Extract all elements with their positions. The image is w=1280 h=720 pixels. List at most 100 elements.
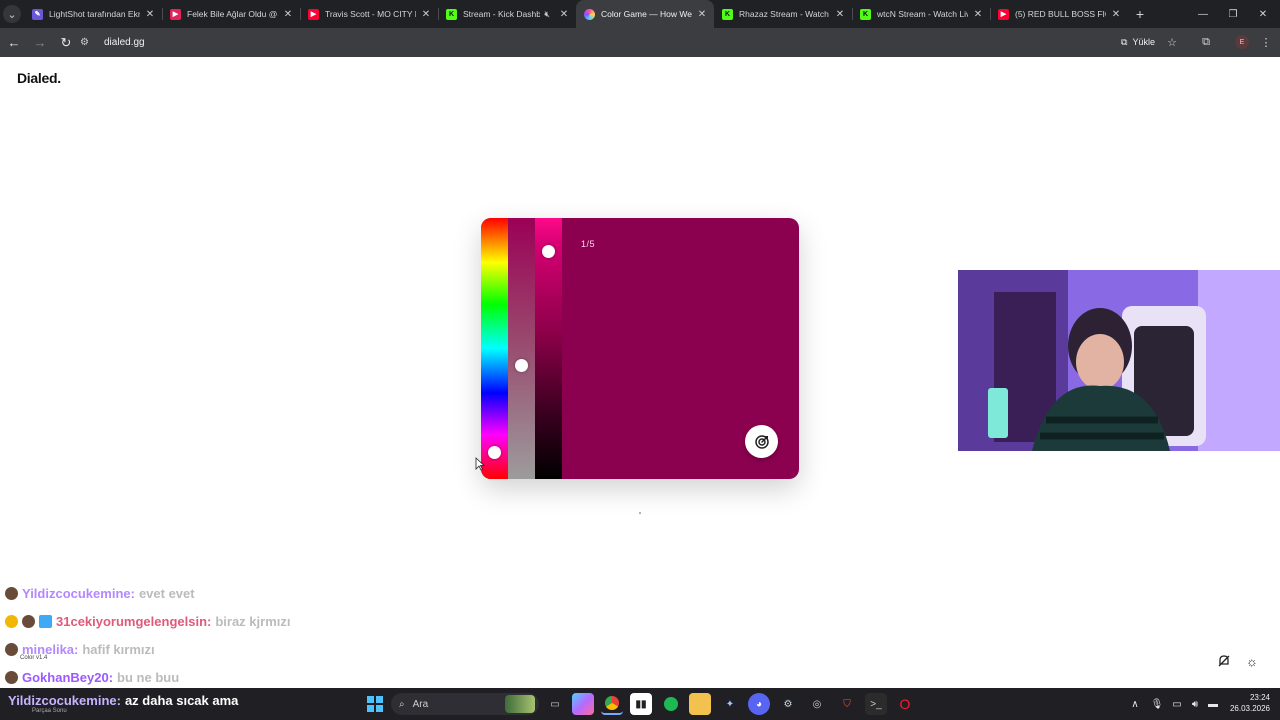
loading-dot [639,512,641,514]
install-app-button[interactable]: ⧉ Yükle [1113,32,1163,52]
volume-icon[interactable]: 🔊︎ [1188,688,1202,720]
avatar-badge-icon [22,614,35,628]
task-view-icon[interactable]: ▭ [544,693,566,715]
tab-title: Color Game — How Well [601,9,692,19]
streamer-webcam-image [958,270,1280,451]
menu-kebab-icon[interactable]: ⋮ [1256,32,1276,52]
saturation-slider[interactable] [508,218,535,479]
lightness-slider-handle[interactable] [542,245,555,258]
browser-tab[interactable]: ▶ Felek Bile Ağlar Oldu @Sı ✕ [162,0,300,28]
forward-icon[interactable]: → [28,31,52,55]
theme-sun-icon[interactable]: ☼ [1244,653,1260,669]
taskbar-clock[interactable]: 23:24 26.03.2026 [1224,692,1270,714]
minimize-icon[interactable]: — [1188,0,1218,28]
terminal-icon[interactable]: >_ [865,693,887,715]
tab-search-button[interactable]: ⌄ [0,0,24,28]
back-icon[interactable]: ← [2,31,26,55]
site-info-icon[interactable]: ⚙ [80,37,96,48]
bookmark-star-icon[interactable]: ☆ [1162,32,1182,52]
tray-overflow-icon[interactable]: ∧ [1128,688,1142,720]
tab-title: Rhazaz Stream - Watch Li [739,9,830,19]
window-close-icon[interactable]: ✕ [1248,0,1278,28]
tab-title: Stream - Kick Dashbo [463,9,541,19]
rank-badge-icon [5,614,18,628]
file-explorer-icon[interactable] [689,693,711,715]
close-icon[interactable]: ✕ [144,9,156,20]
url-text: dialed.gg [104,37,145,48]
chat-sub-label: Color v1.4 [20,655,48,661]
network-icon[interactable]: ▭ [1170,688,1184,720]
close-icon[interactable]: ✕ [834,9,846,20]
tab-title: Travis Scott - MO CITY FLI [325,9,416,19]
tab-title: Felek Bile Ağlar Oldu @Sı [187,9,278,19]
windows-start-icon[interactable] [364,693,386,715]
tab-title: LightShot tarafından Ekra [49,9,140,19]
saturation-slider-handle[interactable] [515,359,528,372]
tab-strip: ⌄ ✎ LightShot tarafından Ekra ✕ ▶ Felek … [0,0,1280,28]
steam-icon[interactable]: ⚙ [777,693,799,715]
brave-icon[interactable]: ⛉ [836,693,858,715]
browser-tab[interactable]: ▶ Travis Scott - MO CITY FLI ✕ [300,0,438,28]
opera-icon[interactable]: O [894,693,916,715]
now-playing-user: Yildizcocukemine: [8,693,121,708]
reload-icon[interactable]: ↻ [54,31,78,55]
close-icon[interactable]: ✕ [420,9,432,20]
round-counter: 1/5 [581,239,596,249]
tab-title: (5) RED BULL BOSS FIGHT [1015,9,1106,19]
now-playing-text: az daha sıcak ama [124,693,239,708]
now-playing-sub: Parçaa Sonu [32,708,67,714]
page-content: Dialed. 1/5 Yildizcocukemine: evet evet … [0,57,1280,688]
cube-badge-icon [39,614,52,628]
mouse-cursor-icon [475,457,485,471]
restore-icon[interactable]: ❐ [1218,0,1248,28]
new-tab-button[interactable]: + [1128,6,1152,22]
spotify-icon[interactable] [660,693,682,715]
notion-app-icon[interactable]: ▮▮ [630,693,652,715]
kick-favicon-icon: K [722,8,733,20]
lightness-slider[interactable] [535,218,562,479]
webcam-overlay [958,270,1280,451]
kick-favicon-icon: K [446,8,457,20]
close-icon[interactable]: ✕ [1110,9,1122,20]
avatar-badge-icon [5,642,18,656]
profile-avatar[interactable]: E [1232,32,1252,52]
address-bar[interactable]: ⚙ dialed.gg [80,31,1100,54]
site-logo[interactable]: Dialed. [17,70,61,86]
lightshot-favicon-icon: ✎ [32,8,43,20]
search-icon: ⌕ [399,698,405,710]
muted-speaker-icon[interactable]: 🔇︎ [544,9,550,20]
profile-initial: E [1235,35,1249,49]
mute-bell-icon[interactable] [1216,653,1232,669]
avatar-badge-icon [5,670,18,684]
battery-icon[interactable]: ▬ [1206,688,1220,720]
close-icon[interactable]: ✕ [972,9,984,20]
game-launcher-icon[interactable]: ✦ [719,693,741,715]
chat-username: GokhanBey20: [22,669,114,685]
discord-icon[interactable]: ◕ [748,693,770,715]
tab-title: wtcN Stream - Watch Live [877,9,968,19]
taskbar-search[interactable]: ⌕ Ara [391,693,539,715]
submit-guess-button[interactable] [745,425,778,458]
avatar-badge-icon [5,586,18,600]
extensions-icon[interactable]: ⧉ [1196,32,1216,52]
hue-slider[interactable] [481,218,508,479]
close-icon[interactable]: ✕ [696,9,708,20]
browser-tab[interactable]: ▶ (5) RED BULL BOSS FIGHT ✕ [990,0,1128,28]
browser-tab-active[interactable]: Color Game — How Well ✕ [576,0,714,28]
close-icon[interactable]: ✕ [558,9,570,20]
windows-taskbar: Yildizcocukemine: az daha sıcak ama Parç… [0,688,1280,720]
browser-tab[interactable]: K Rhazaz Stream - Watch Li ✕ [714,0,852,28]
browser-tab[interactable]: ✎ LightShot tarafından Ekra ✕ [24,0,162,28]
browser-tab[interactable]: K wtcN Stream - Watch Live ✕ [852,0,990,28]
copilot-icon[interactable] [572,693,594,715]
microphone-icon[interactable]: 🎙︎ [1150,688,1164,720]
hue-slider-handle[interactable] [488,446,501,459]
chrome-icon[interactable] [601,693,623,715]
browser-tab[interactable]: K Stream - Kick Dashbo 🔇︎ ✕ [438,0,576,28]
chevron-down-icon: ⌄ [3,5,21,23]
clock-time: 23:24 [1249,693,1270,702]
chat-text: evet evet [138,585,195,601]
browser-toolbar: ← → ↻ ⚙ dialed.gg ⧉ Yükle ☆ ⧉ E ⋮ [0,28,1280,57]
close-icon[interactable]: ✕ [282,9,294,20]
obs-icon[interactable]: ◎ [806,693,828,715]
